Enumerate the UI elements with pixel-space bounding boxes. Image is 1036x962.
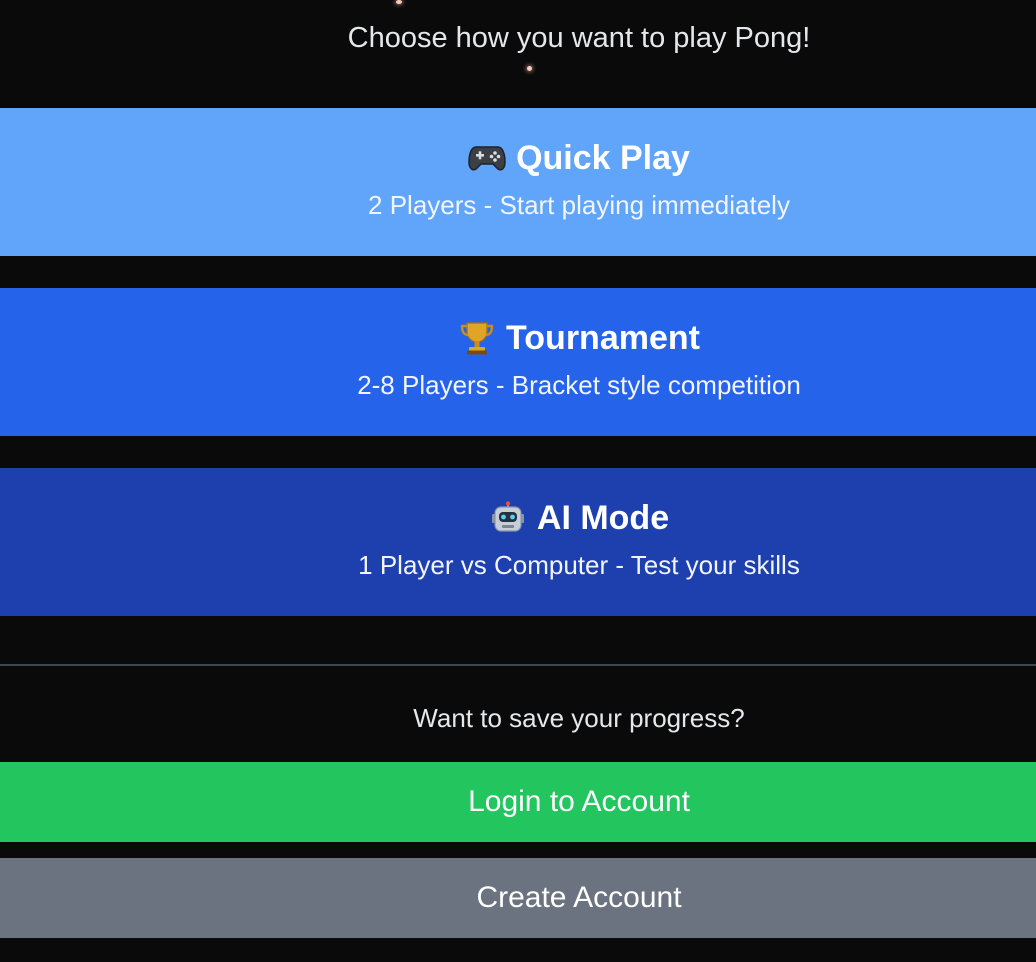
tournament-button[interactable]: Tournament 2-8 Players - Bracket style c…: [0, 288, 1036, 436]
menu-subtitle: Choose how you want to play Pong!: [347, 22, 811, 54]
game-controller-icon: [468, 139, 506, 177]
login-button[interactable]: Login to Account: [0, 762, 1036, 842]
background-star: [396, 0, 402, 4]
game-menu-page: Choose how you want to play Pong! Quick …: [0, 0, 1036, 962]
background-star: [527, 66, 532, 71]
trophy-icon: [458, 319, 496, 357]
ai-mode-title: AI Mode: [536, 499, 670, 537]
quick-play-title: Quick Play: [516, 139, 690, 177]
ai-mode-button[interactable]: AI Mode 1 Player vs Computer - Test your…: [0, 468, 1036, 616]
section-divider: [0, 664, 1036, 666]
ai-mode-description: 1 Player vs Computer - Test your skills: [358, 550, 800, 580]
tournament-title: Tournament: [506, 319, 700, 357]
robot-icon: [489, 499, 527, 537]
create-account-button[interactable]: Create Account: [0, 858, 1036, 938]
quick-play-title-row: Quick Play: [468, 137, 690, 179]
tournament-description: 2-8 Players - Bracket style competition: [357, 370, 801, 400]
quick-play-description: 2 Players - Start playing immediately: [368, 190, 790, 220]
quick-play-button[interactable]: Quick Play 2 Players - Start playing imm…: [0, 108, 1036, 256]
tournament-title-row: Tournament: [458, 317, 700, 359]
ai-mode-title-row: AI Mode: [489, 497, 669, 539]
save-progress-prompt: Want to save your progress?: [413, 703, 745, 733]
